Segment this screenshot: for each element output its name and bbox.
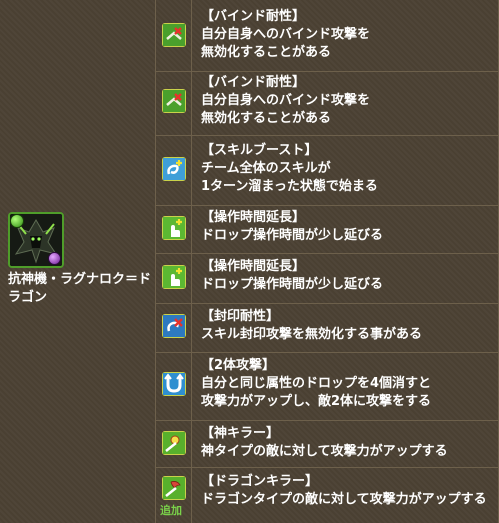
subattribute-badge-icon	[48, 252, 61, 265]
awakening-row: 【操作時間延長】 ドロップ操作時間が少し延びる	[156, 253, 498, 304]
awakening-title: 【バインド耐性】	[201, 75, 306, 90]
awakening-title: 【操作時間延長】	[201, 259, 306, 274]
awakening-row: 【スキルブースト】 チーム全体のスキルが 1ターン溜まった状態で始まる	[156, 135, 498, 206]
awakening-desc: 神タイプの敵に対して攻撃力がアップする	[201, 444, 448, 459]
time-extend-icon[interactable]	[162, 265, 186, 289]
awakening-desc: 1ターン溜まった状態で始まる	[201, 179, 378, 194]
awakening-desc: 自分自身へのバインド攻撃を	[201, 27, 371, 42]
awakening-title: 【ドラゴンキラー】	[201, 474, 319, 489]
awakening-desc: ドロップ操作時間が少し延びる	[201, 228, 384, 243]
monster-panel: 抗神機・ラグナロク＝ド ラゴン	[0, 0, 155, 523]
awakening-title: 【2体攻撃】	[201, 358, 276, 373]
bind-resist-icon[interactable]	[162, 23, 186, 47]
awakening-title: 【封印耐性】	[201, 309, 280, 324]
awakening-desc: ドラゴンタイプの敵に対して攻撃力がアップする	[201, 492, 487, 507]
awakening-title: 【バインド耐性】	[201, 9, 306, 24]
two-pronged-icon[interactable]	[162, 372, 186, 396]
extra-awakening-tag: 追加	[160, 504, 182, 517]
awakening-desc: スキル封印攻撃を無効化する事がある	[201, 327, 423, 342]
bind-resist-icon[interactable]	[162, 89, 186, 113]
monster-portrait[interactable]	[8, 212, 64, 268]
awakening-desc: 無効化することがある	[201, 111, 332, 126]
time-extend-icon[interactable]	[162, 216, 186, 240]
awakening-desc: 自分自身へのバインド攻撃を	[201, 93, 371, 108]
dragon-killer-icon[interactable]	[162, 476, 186, 500]
god-killer-icon[interactable]	[162, 431, 186, 455]
awakening-row: 【封印耐性】 スキル封印攻撃を無効化する事がある	[156, 303, 498, 353]
monster-name-line-2: ラゴン	[8, 290, 48, 305]
awakening-row: 追加 【ドラゴンキラー】 ドラゴンタイプの敵に対して攻撃力がアップする	[156, 467, 498, 522]
awakening-desc: 無効化することがある	[201, 45, 332, 60]
awakening-desc: 攻撃力がアップし、敵2体に攻撃をする	[201, 394, 432, 409]
awakening-desc: チーム全体のスキルが	[201, 161, 331, 176]
awakening-desc: 自分と同じ属性のドロップを4個消すと	[201, 376, 432, 391]
awakening-desc: ドロップ操作時間が少し延びる	[201, 277, 384, 292]
awakening-title: 【操作時間延長】	[201, 210, 306, 225]
awakening-table: 抗神機・ラグナロク＝ド ラゴン 【バインド耐性】 自分自身へのバインド攻撃を 無…	[0, 0, 499, 523]
attribute-badge-icon	[10, 214, 24, 228]
monster-name-line-1: 抗神機・ラグナロク＝ド	[8, 272, 152, 287]
awakening-title: 【神キラー】	[201, 426, 280, 441]
awakening-title: 【スキルブースト】	[201, 143, 318, 158]
awakening-row: 【神キラー】 神タイプの敵に対して攻撃力がアップする	[156, 420, 498, 468]
awakening-row: 【操作時間延長】 ドロップ操作時間が少し延びる	[156, 205, 498, 254]
skill-boost-icon[interactable]	[162, 157, 186, 181]
awakening-row: 【バインド耐性】 自分自身へのバインド攻撃を 無効化することがある	[156, 71, 498, 136]
monster-name: 抗神機・ラグナロク＝ド ラゴン	[8, 271, 154, 307]
awakening-row: 【2体攻撃】 自分と同じ属性のドロップを4個消すと 攻撃力がアップし、敵2体に攻…	[156, 352, 498, 421]
awakening-row: 【バインド耐性】 自分自身へのバインド攻撃を 無効化することがある	[156, 0, 498, 72]
seal-resist-icon[interactable]	[162, 314, 186, 338]
